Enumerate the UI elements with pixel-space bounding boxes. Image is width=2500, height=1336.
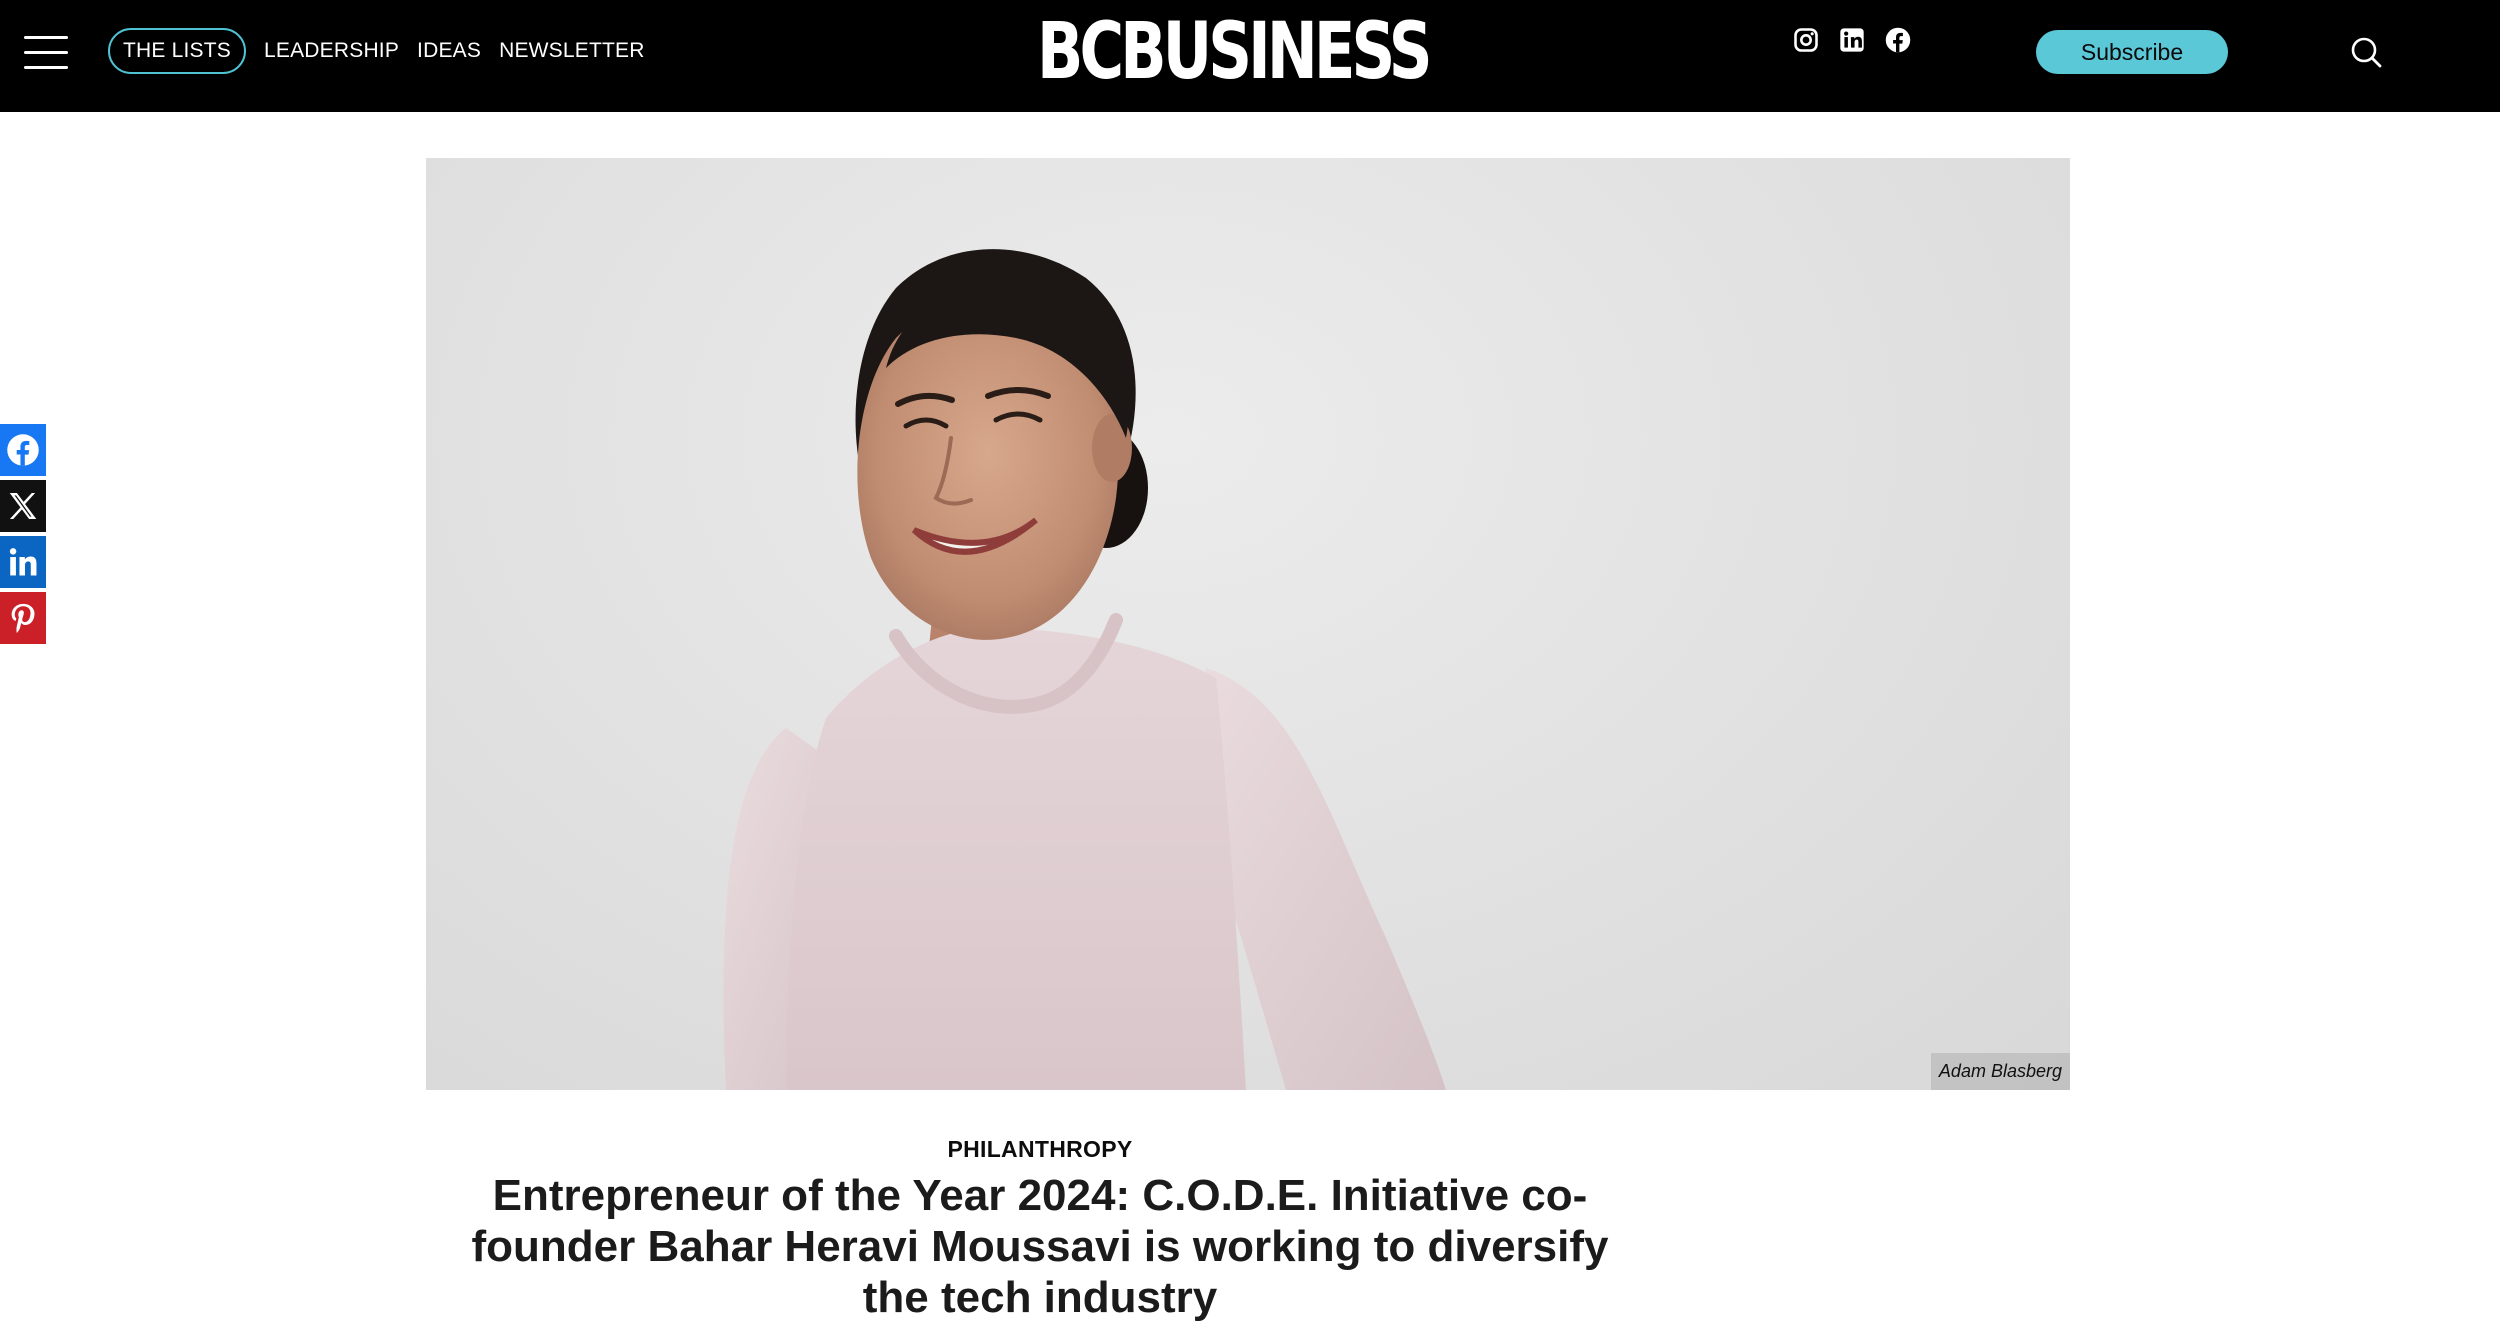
facebook-share-button[interactable] [0, 424, 46, 476]
header-social-links [1792, 26, 1912, 54]
nav-item-newsletter[interactable]: NEWSLETTER [499, 39, 645, 63]
share-rail [0, 424, 46, 648]
x-icon [9, 492, 37, 520]
article-category[interactable]: PHILANTHROPY [0, 1136, 2080, 1163]
portrait-photo [723, 249, 1446, 1090]
pinterest-icon [11, 603, 35, 633]
linkedin-icon [9, 548, 37, 576]
search-icon[interactable] [2348, 34, 2384, 70]
instagram-icon[interactable] [1792, 26, 1820, 54]
hero-image: Adam Blasberg [426, 158, 2070, 1090]
linkedin-icon[interactable] [1838, 26, 1866, 54]
linkedin-share-button[interactable] [0, 536, 46, 588]
pinterest-share-button[interactable] [0, 592, 46, 644]
nav-item-the-lists[interactable]: THE LISTS [108, 28, 246, 74]
site-logo[interactable]: BCBUSINESS [1037, 10, 1433, 94]
photo-credit: Adam Blasberg [1930, 1053, 2070, 1090]
nav-item-ideas[interactable]: IDEAS [417, 39, 481, 63]
nav-item-leadership[interactable]: LEADERSHIP [264, 39, 399, 63]
site-header: THE LISTS LEADERSHIP IDEAS NEWSLETTER BC… [0, 0, 2500, 112]
facebook-icon [7, 434, 39, 466]
menu-icon[interactable] [24, 34, 68, 74]
article-headline: Entrepreneur of the Year 2024: C.O.D.E. … [471, 1171, 1609, 1322]
subscribe-button[interactable]: Subscribe [2036, 30, 2228, 74]
x-share-button[interactable] [0, 480, 46, 532]
facebook-icon[interactable] [1884, 26, 1912, 54]
main-nav: THE LISTS LEADERSHIP IDEAS NEWSLETTER [108, 28, 645, 74]
